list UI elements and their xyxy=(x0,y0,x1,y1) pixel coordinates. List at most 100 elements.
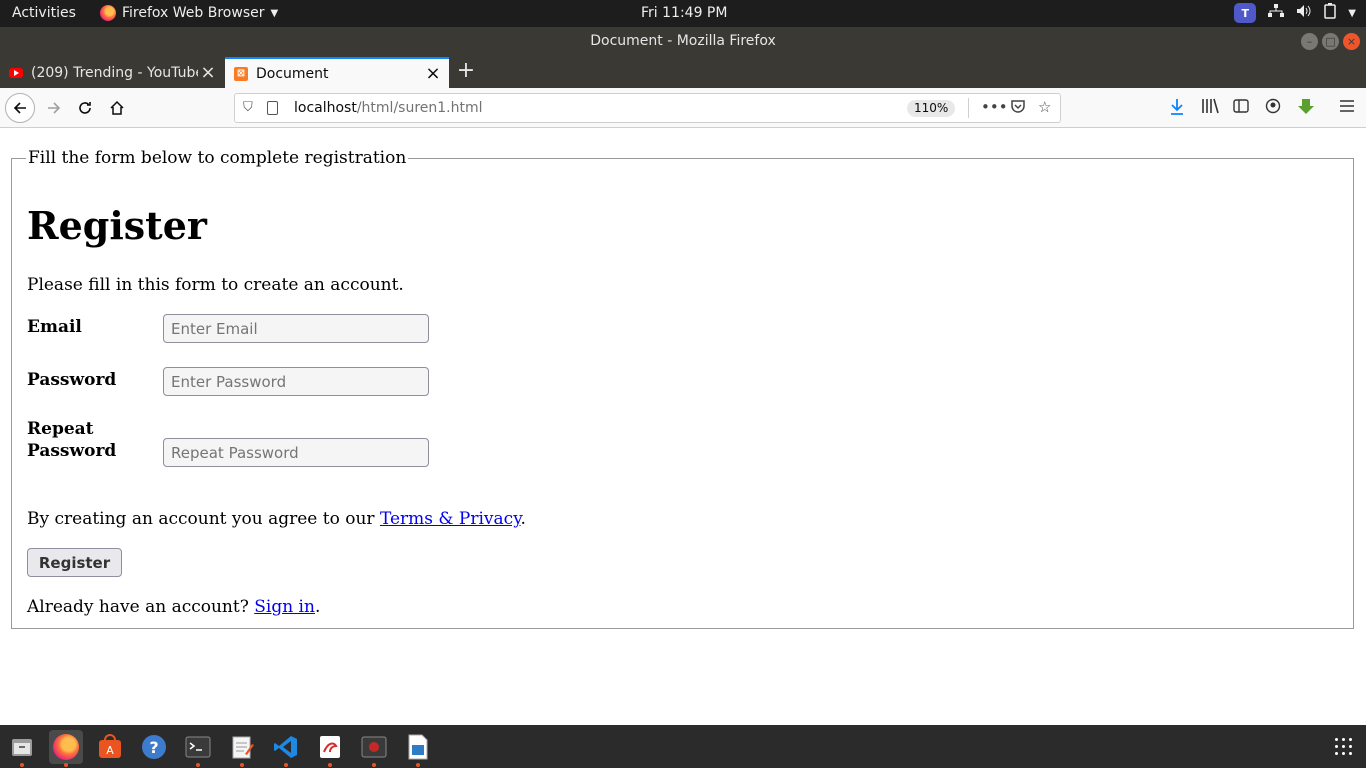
page-content: Fill the form below to complete registra… xyxy=(0,129,1366,725)
url-path: /html/suren1.html xyxy=(356,100,483,116)
url-bar-divider xyxy=(968,98,969,118)
repeat-password-field[interactable] xyxy=(163,438,429,467)
system-tray[interactable]: T ▼ xyxy=(1234,3,1356,23)
dock-files[interactable] xyxy=(5,730,39,767)
window-title: Document - Mozilla Firefox xyxy=(590,33,776,49)
dock-help[interactable]: ? xyxy=(137,730,171,764)
forward-button[interactable] xyxy=(39,93,69,123)
clock[interactable]: Fri 11:49 PM xyxy=(641,5,727,21)
account-icon[interactable] xyxy=(1265,98,1281,118)
firefox-icon xyxy=(53,734,79,760)
xampp-icon: ⊠ xyxy=(234,66,248,81)
app-menu[interactable]: Firefox Web Browser ▼ xyxy=(100,5,278,21)
back-button[interactable] xyxy=(5,93,35,123)
terms-text: By creating an account you agree to our … xyxy=(27,509,526,529)
repeat-password-label-line1: Repeat xyxy=(27,419,94,439)
show-applications-icon[interactable] xyxy=(1335,738,1352,755)
text-editor-icon xyxy=(232,736,254,759)
page-info-icon[interactable] xyxy=(267,101,278,115)
downloads-icon[interactable] xyxy=(1169,98,1185,120)
home-icon xyxy=(110,100,124,115)
dock-screen-recorder[interactable] xyxy=(357,730,391,767)
new-tab-button[interactable]: + xyxy=(455,58,477,86)
vscode-icon xyxy=(274,736,297,758)
terms-privacy-link[interactable]: Terms & Privacy xyxy=(380,509,521,529)
app-menu-label: Firefox Web Browser xyxy=(122,5,265,21)
network-icon[interactable] xyxy=(1268,4,1285,22)
dock-terminal[interactable] xyxy=(181,730,215,767)
dock-vscode[interactable] xyxy=(269,730,303,767)
app-icon xyxy=(320,736,340,758)
library-icon[interactable] xyxy=(1201,98,1219,118)
bookmark-star-icon[interactable]: ☆ xyxy=(1038,98,1051,116)
close-tab-icon[interactable]: × xyxy=(198,62,218,83)
arrow-right-icon xyxy=(48,102,61,114)
dock-text-editor[interactable] xyxy=(225,730,259,767)
reload-button[interactable] xyxy=(70,93,100,123)
fieldset-legend: Fill the form below to complete registra… xyxy=(28,148,407,168)
download-helper-extension-icon[interactable] xyxy=(1297,98,1315,120)
minimize-icon[interactable]: – xyxy=(1301,33,1318,50)
tab-youtube[interactable]: (209) Trending - YouTube × xyxy=(0,57,224,88)
close-tab-icon[interactable]: × xyxy=(423,63,443,84)
tracking-protection-shield-icon[interactable]: ⛉ xyxy=(243,100,253,115)
files-icon xyxy=(12,739,32,756)
system-menu-chevron-icon[interactable]: ▼ xyxy=(1348,8,1356,19)
running-indicator xyxy=(372,763,376,767)
running-indicator xyxy=(240,763,244,767)
repeat-password-label: Repeat Password xyxy=(27,418,116,462)
dock-app[interactable] xyxy=(313,730,347,767)
sidebar-icon[interactable] xyxy=(1233,98,1249,117)
url-text[interactable]: localhost/html/suren1.html xyxy=(294,100,483,116)
page-actions-icon[interactable]: ••• xyxy=(981,98,1008,116)
svg-text:?: ? xyxy=(149,738,158,757)
running-indicator xyxy=(196,763,200,767)
tab-label: (209) Trending - YouTube xyxy=(31,64,198,81)
running-indicator xyxy=(20,763,24,767)
running-indicator xyxy=(328,763,332,767)
intro-text: Please fill in this form to create an ac… xyxy=(27,275,404,295)
screen-recorder-icon xyxy=(361,736,387,758)
url-bar[interactable]: ⛉ localhost/html/suren1.html 110% ••• ☆ xyxy=(234,93,1061,123)
running-indicator xyxy=(284,763,288,767)
window-title-bar: Document - Mozilla Firefox – □ × xyxy=(0,27,1366,57)
hamburger-menu-icon[interactable] xyxy=(1339,98,1355,117)
register-button[interactable]: Register xyxy=(27,548,122,577)
svg-text:A: A xyxy=(106,744,114,757)
close-window-icon[interactable]: × xyxy=(1343,33,1360,50)
window-controls: – □ × xyxy=(1301,33,1360,50)
battery-icon[interactable] xyxy=(1324,3,1337,23)
tab-label: Document xyxy=(256,65,329,82)
sign-in-link[interactable]: Sign in xyxy=(254,597,315,617)
system-top-bar: Activities Firefox Web Browser ▼ Fri 11:… xyxy=(0,0,1366,27)
help-icon: ? xyxy=(142,735,166,759)
taskbar-dock: A ? xyxy=(0,725,1366,768)
home-button[interactable] xyxy=(102,93,132,123)
arrow-left-icon xyxy=(13,102,26,114)
email-label: Email xyxy=(27,317,82,337)
url-host: localhost xyxy=(294,100,357,116)
terms-suffix: . xyxy=(520,509,526,529)
running-indicator xyxy=(416,763,420,767)
password-label: Password xyxy=(27,370,117,390)
pocket-icon[interactable] xyxy=(1010,98,1026,118)
reload-icon xyxy=(79,102,91,114)
tab-strip: (209) Trending - YouTube × ⊠ Document × … xyxy=(0,57,1366,88)
firefox-icon xyxy=(100,5,116,21)
registration-fieldset: Fill the form below to complete registra… xyxy=(11,148,1354,629)
dock-software-center[interactable]: A xyxy=(93,730,127,764)
teams-icon[interactable]: T xyxy=(1234,3,1257,23)
zoom-level-badge[interactable]: 110% xyxy=(907,100,956,117)
password-field[interactable] xyxy=(163,367,429,396)
page-heading: Register xyxy=(27,203,207,248)
volume-icon[interactable] xyxy=(1296,4,1312,22)
dock-firefox[interactable] xyxy=(49,730,83,767)
signin-suffix: . xyxy=(314,597,321,617)
maximize-icon[interactable]: □ xyxy=(1322,33,1339,50)
tab-document[interactable]: ⊠ Document × xyxy=(225,57,449,88)
email-field[interactable] xyxy=(163,314,429,343)
signin-prefix: Already have an account? xyxy=(27,597,255,617)
running-indicator xyxy=(64,763,68,767)
dock-libreoffice-draw[interactable] xyxy=(401,730,435,767)
activities-button[interactable]: Activities xyxy=(12,5,76,21)
